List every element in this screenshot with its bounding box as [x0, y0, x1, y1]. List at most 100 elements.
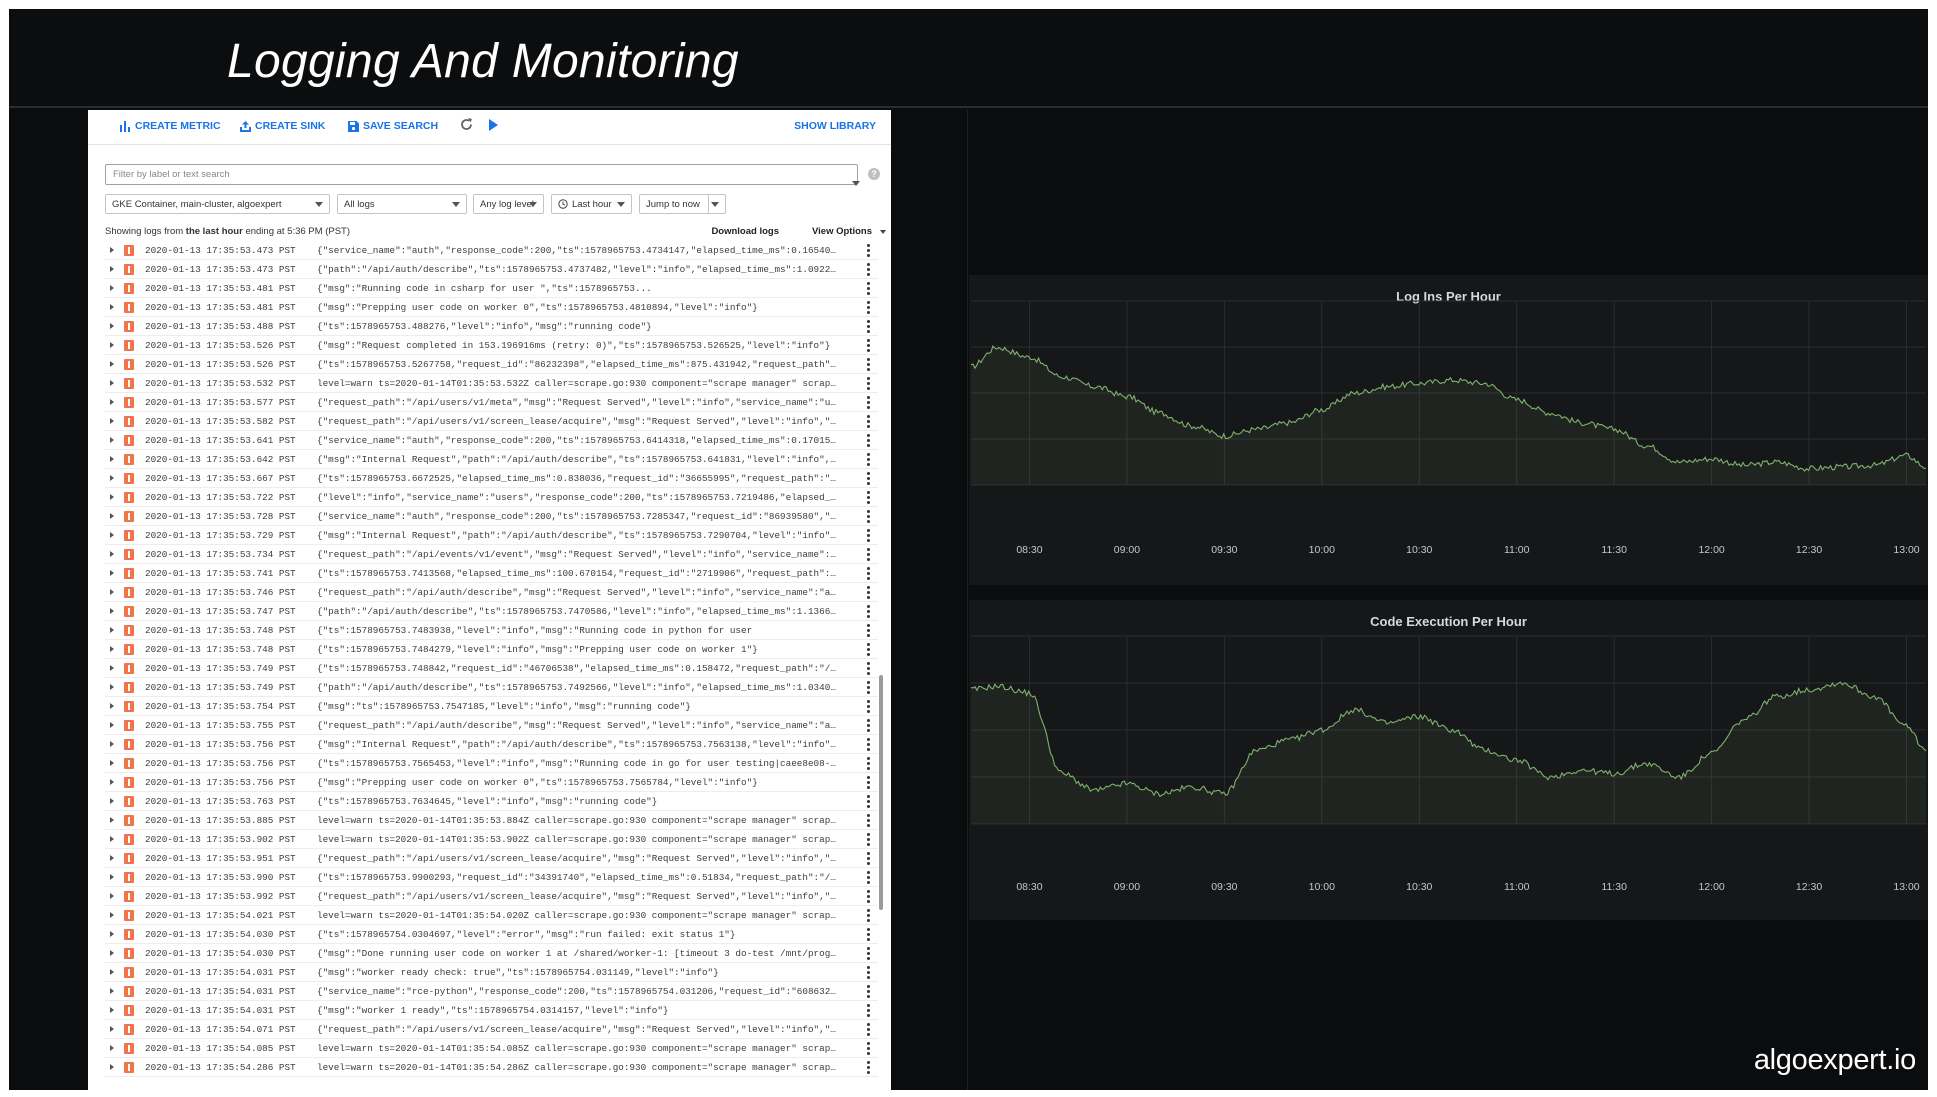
expand-triangle-icon[interactable] [110, 608, 114, 614]
log-row[interactable]: 2020-01-13 17:35:54.030 PST {"msg":"Done … [105, 944, 878, 963]
expand-triangle-icon[interactable] [110, 665, 114, 671]
expand-triangle-icon[interactable] [110, 969, 114, 975]
more-vert-icon[interactable] [867, 1061, 870, 1074]
log-row[interactable]: 2020-01-13 17:35:54.031 PST {"msg":"worke… [105, 963, 878, 982]
log-row[interactable]: 2020-01-13 17:35:53.990 PST {"ts":1578965… [105, 868, 878, 887]
more-vert-icon[interactable] [867, 909, 870, 922]
log-row[interactable]: 2020-01-13 17:35:53.749 PST {"path":"/api… [105, 678, 878, 697]
download-logs-link[interactable]: Download logs [711, 226, 779, 237]
expand-triangle-icon[interactable] [110, 475, 114, 481]
show-library-button[interactable]: SHOW LIBRARY [794, 120, 876, 132]
log-row[interactable]: 2020-01-13 17:35:54.085 PST level=warn ts… [105, 1039, 878, 1058]
log-row[interactable]: 2020-01-13 17:35:54.030 PST {"ts":1578965… [105, 925, 878, 944]
more-vert-icon[interactable] [867, 453, 870, 466]
more-vert-icon[interactable] [867, 1004, 870, 1017]
jump-to-now-button[interactable]: Jump to now [639, 194, 726, 214]
expand-triangle-icon[interactable] [110, 988, 114, 994]
scrollbar-thumb[interactable] [879, 675, 883, 910]
filter-dropdown-caret[interactable] [852, 181, 860, 186]
log-row[interactable]: 2020-01-13 17:35:53.755 PST {"request_pat… [105, 716, 878, 735]
expand-triangle-icon[interactable] [110, 931, 114, 937]
log-row[interactable]: 2020-01-13 17:35:53.722 PST {"level":"inf… [105, 488, 878, 507]
more-vert-icon[interactable] [867, 320, 870, 333]
refresh-icon[interactable] [459, 117, 474, 132]
expand-triangle-icon[interactable] [110, 589, 114, 595]
more-vert-icon[interactable] [867, 795, 870, 808]
filter-input[interactable]: Filter by label or text search [105, 164, 858, 185]
more-vert-icon[interactable] [867, 529, 870, 542]
expand-triangle-icon[interactable] [110, 570, 114, 576]
expand-triangle-icon[interactable] [110, 779, 114, 785]
log-row[interactable]: 2020-01-13 17:35:53.582 PST {"request_pat… [105, 412, 878, 431]
view-options-button[interactable]: View Options [812, 226, 872, 237]
more-vert-icon[interactable] [867, 301, 870, 314]
log-row[interactable]: 2020-01-13 17:35:53.746 PST {"request_pat… [105, 583, 878, 602]
expand-triangle-icon[interactable] [110, 646, 114, 652]
log-row[interactable]: 2020-01-13 17:35:53.951 PST {"request_pat… [105, 849, 878, 868]
more-vert-icon[interactable] [867, 966, 870, 979]
log-row[interactable]: 2020-01-13 17:35:53.473 PST {"path":"/api… [105, 260, 878, 279]
log-row[interactable]: 2020-01-13 17:35:53.763 PST {"ts":1578965… [105, 792, 878, 811]
expand-triangle-icon[interactable] [110, 285, 114, 291]
more-vert-icon[interactable] [867, 738, 870, 751]
more-vert-icon[interactable] [867, 643, 870, 656]
more-vert-icon[interactable] [867, 833, 870, 846]
log-row[interactable]: 2020-01-13 17:35:53.488 PST {"ts":1578965… [105, 317, 878, 336]
more-vert-icon[interactable] [867, 624, 870, 637]
more-vert-icon[interactable] [867, 1042, 870, 1055]
log-row[interactable]: 2020-01-13 17:35:53.642 PST {"msg":"Inter… [105, 450, 878, 469]
more-vert-icon[interactable] [867, 491, 870, 504]
log-row[interactable]: 2020-01-13 17:35:53.885 PST level=warn ts… [105, 811, 878, 830]
expand-triangle-icon[interactable] [110, 703, 114, 709]
expand-triangle-icon[interactable] [110, 1007, 114, 1013]
create-sink-button[interactable]: CREATE SINK [240, 120, 325, 132]
expand-triangle-icon[interactable] [110, 437, 114, 443]
create-metric-button[interactable]: CREATE METRIC [120, 120, 221, 132]
more-vert-icon[interactable] [867, 985, 870, 998]
log-row[interactable]: 2020-01-13 17:35:53.992 PST {"request_pat… [105, 887, 878, 906]
log-row[interactable]: 2020-01-13 17:35:53.577 PST {"request_pat… [105, 393, 878, 412]
expand-triangle-icon[interactable] [110, 627, 114, 633]
expand-triangle-icon[interactable] [110, 817, 114, 823]
expand-triangle-icon[interactable] [110, 380, 114, 386]
more-vert-icon[interactable] [867, 434, 870, 447]
more-vert-icon[interactable] [867, 1023, 870, 1036]
expand-triangle-icon[interactable] [110, 722, 114, 728]
log-row[interactable]: 2020-01-13 17:35:53.747 PST {"path":"/api… [105, 602, 878, 621]
more-vert-icon[interactable] [867, 586, 870, 599]
expand-triangle-icon[interactable] [110, 874, 114, 880]
log-row[interactable]: 2020-01-13 17:35:53.741 PST {"ts":1578965… [105, 564, 878, 583]
expand-triangle-icon[interactable] [110, 342, 114, 348]
log-row[interactable]: 2020-01-13 17:35:53.748 PST {"ts":1578965… [105, 640, 878, 659]
expand-triangle-icon[interactable] [110, 1026, 114, 1032]
more-vert-icon[interactable] [867, 358, 870, 371]
more-vert-icon[interactable] [867, 681, 870, 694]
log-row[interactable]: 2020-01-13 17:35:54.286 PST level=warn ts… [105, 1058, 878, 1077]
expand-triangle-icon[interactable] [110, 760, 114, 766]
log-row[interactable]: 2020-01-13 17:35:53.728 PST {"service_nam… [105, 507, 878, 526]
log-row[interactable]: 2020-01-13 17:35:54.031 PST {"msg":"worke… [105, 1001, 878, 1020]
more-vert-icon[interactable] [867, 567, 870, 580]
more-vert-icon[interactable] [867, 757, 870, 770]
log-row[interactable]: 2020-01-13 17:35:53.729 PST {"msg":"Inter… [105, 526, 878, 545]
expand-triangle-icon[interactable] [110, 836, 114, 842]
more-vert-icon[interactable] [867, 890, 870, 903]
more-vert-icon[interactable] [867, 548, 870, 561]
expand-triangle-icon[interactable] [110, 1064, 114, 1070]
log-row[interactable]: 2020-01-13 17:35:53.748 PST {"ts":1578965… [105, 621, 878, 640]
expand-triangle-icon[interactable] [110, 532, 114, 538]
expand-triangle-icon[interactable] [110, 418, 114, 424]
log-row[interactable]: 2020-01-13 17:35:53.756 PST {"msg":"Prepp… [105, 773, 878, 792]
log-row[interactable]: 2020-01-13 17:35:53.481 PST {"msg":"Runni… [105, 279, 878, 298]
more-vert-icon[interactable] [867, 415, 870, 428]
more-vert-icon[interactable] [867, 852, 870, 865]
log-row[interactable]: 2020-01-13 17:35:53.756 PST {"msg":"Inter… [105, 735, 878, 754]
log-row[interactable]: 2020-01-13 17:35:54.031 PST {"service_nam… [105, 982, 878, 1001]
expand-triangle-icon[interactable] [110, 513, 114, 519]
more-vert-icon[interactable] [867, 472, 870, 485]
more-vert-icon[interactable] [867, 396, 870, 409]
more-vert-icon[interactable] [867, 700, 870, 713]
log-row[interactable]: 2020-01-13 17:35:53.734 PST {"request_pat… [105, 545, 878, 564]
resource-dropdown[interactable]: GKE Container, main-cluster, algoexpert [105, 194, 330, 214]
expand-triangle-icon[interactable] [110, 361, 114, 367]
